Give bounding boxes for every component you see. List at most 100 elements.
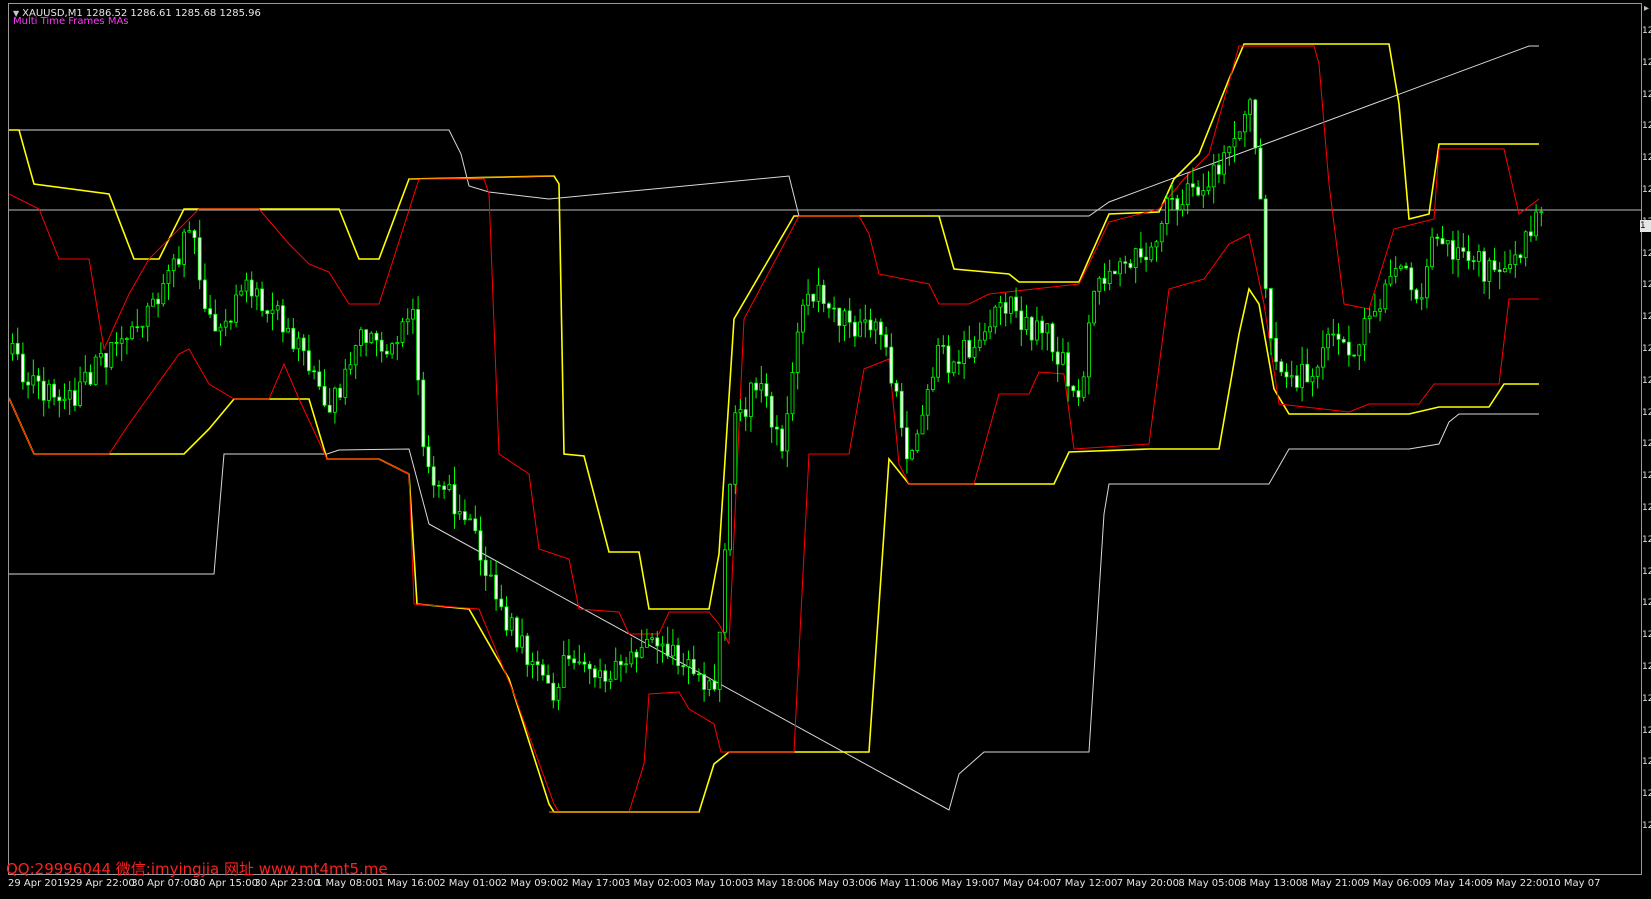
bull-candle <box>286 327 291 333</box>
price-tick-label: 12 <box>1642 566 1651 577</box>
bear-candle <box>1269 288 1273 339</box>
bull-candle <box>1185 183 1190 206</box>
bear-candle <box>1440 238 1445 245</box>
bear-candle <box>1414 289 1419 300</box>
bear-candle <box>52 383 56 398</box>
bull-candle <box>1118 261 1122 275</box>
bear-candle <box>676 644 680 666</box>
bull-candle <box>686 659 691 668</box>
bull-candle <box>785 413 790 452</box>
bear-candle <box>1404 265 1408 269</box>
time-tick-label: 1 May 16:00 <box>377 878 440 889</box>
bull-candle <box>1393 268 1398 277</box>
bull-candle <box>348 364 353 370</box>
time-tick-label: 6 May 19:00 <box>932 878 995 889</box>
bull-candle <box>728 483 732 551</box>
time-tick-label: 8 May 05:00 <box>1178 878 1241 889</box>
bull-candle <box>369 332 374 343</box>
bear-candle <box>265 310 270 315</box>
bear-candle <box>1050 323 1055 353</box>
bull-candle <box>239 290 244 296</box>
bear-candle <box>655 637 660 647</box>
bear-candle <box>957 361 961 364</box>
time-tick-label: 9 May 14:00 <box>1424 878 1488 889</box>
bull-candle <box>801 304 805 333</box>
chart-area[interactable]: ▼ XAUUSD,M1 1286.52 1286.61 1285.68 1285.… <box>8 3 1642 875</box>
bear-candle <box>691 659 696 675</box>
time-tick-label: 2 May 01:00 <box>439 878 502 889</box>
bull-candle <box>171 258 176 271</box>
bear-candle <box>905 427 909 460</box>
ma-white-upper <box>9 45 1539 217</box>
bull-candle <box>723 549 727 633</box>
bull-candle <box>1061 352 1065 365</box>
bear-candle <box>156 298 161 305</box>
bull-candle <box>395 342 400 345</box>
bull-candle <box>1331 333 1336 336</box>
bull-candle <box>1315 366 1320 377</box>
scroll-arrow-icon[interactable]: ▸ <box>1644 3 1649 14</box>
bull-candle <box>1097 277 1102 292</box>
bear-candle <box>1123 261 1128 264</box>
price-tick-label: 12 <box>1642 153 1651 164</box>
bear-candle <box>499 598 504 608</box>
bear-candle <box>884 334 888 348</box>
bull-candle <box>1445 240 1450 245</box>
bull-candle <box>858 321 862 337</box>
price-tick-label: 12 <box>1642 248 1651 259</box>
bull-candle <box>1211 164 1216 188</box>
bear-candle <box>743 409 748 417</box>
bear-candle <box>374 332 379 341</box>
bull-candle <box>358 329 363 346</box>
bull-candle <box>343 368 348 398</box>
time-tick-label: 1 May 08:00 <box>316 878 379 889</box>
bear-candle <box>1341 338 1346 343</box>
bull-candle <box>145 305 150 327</box>
price-tick-label: 12 <box>1642 789 1651 800</box>
ma-white-lower <box>9 413 1539 811</box>
bear-candle <box>416 309 421 381</box>
bear-candle <box>525 635 530 665</box>
bear-candle <box>504 606 509 631</box>
bear-candle <box>1336 333 1341 340</box>
bear-candle <box>603 670 608 682</box>
time-tick-label: 8 May 21:00 <box>1301 878 1364 889</box>
bear-candle <box>1196 186 1200 196</box>
ma-red-upper-b <box>728 45 1540 645</box>
bull-candle <box>671 644 675 657</box>
time-tick-label: 29 Apr 2019 <box>8 878 70 889</box>
bear-candle <box>57 396 62 402</box>
bear-candle <box>1492 260 1497 271</box>
bear-candle <box>853 321 857 337</box>
bull-candle <box>749 382 753 417</box>
bear-candle <box>1139 248 1143 258</box>
bull-candle <box>67 390 72 400</box>
bear-candle <box>1451 240 1455 260</box>
bear-candle <box>228 320 233 323</box>
bear-candle <box>213 313 218 332</box>
bull-candle <box>629 651 634 665</box>
bear-candle <box>1170 197 1174 200</box>
bull-candle <box>78 381 82 406</box>
bear-candle <box>114 342 119 344</box>
bull-candle <box>182 231 187 265</box>
bull-candle <box>993 306 998 328</box>
bull-candle <box>1081 376 1086 398</box>
bull-candle <box>1388 275 1393 285</box>
bear-candle <box>192 230 197 239</box>
bear-candle <box>619 660 623 666</box>
bear-candle <box>879 321 883 336</box>
time-tick-label: 7 May 04:00 <box>993 878 1056 889</box>
bull-candle <box>130 326 134 339</box>
bull-candle <box>1248 99 1252 115</box>
bear-candle <box>587 663 592 670</box>
bear-candle <box>514 617 519 648</box>
bear-candle <box>260 288 265 312</box>
bear-candle <box>1295 375 1299 388</box>
bear-candle <box>1113 270 1117 275</box>
bull-candle <box>645 638 649 648</box>
bear-candle <box>899 390 904 429</box>
bull-candle <box>561 655 566 688</box>
bear-candle <box>754 382 758 391</box>
price-chart[interactable] <box>9 4 1641 874</box>
